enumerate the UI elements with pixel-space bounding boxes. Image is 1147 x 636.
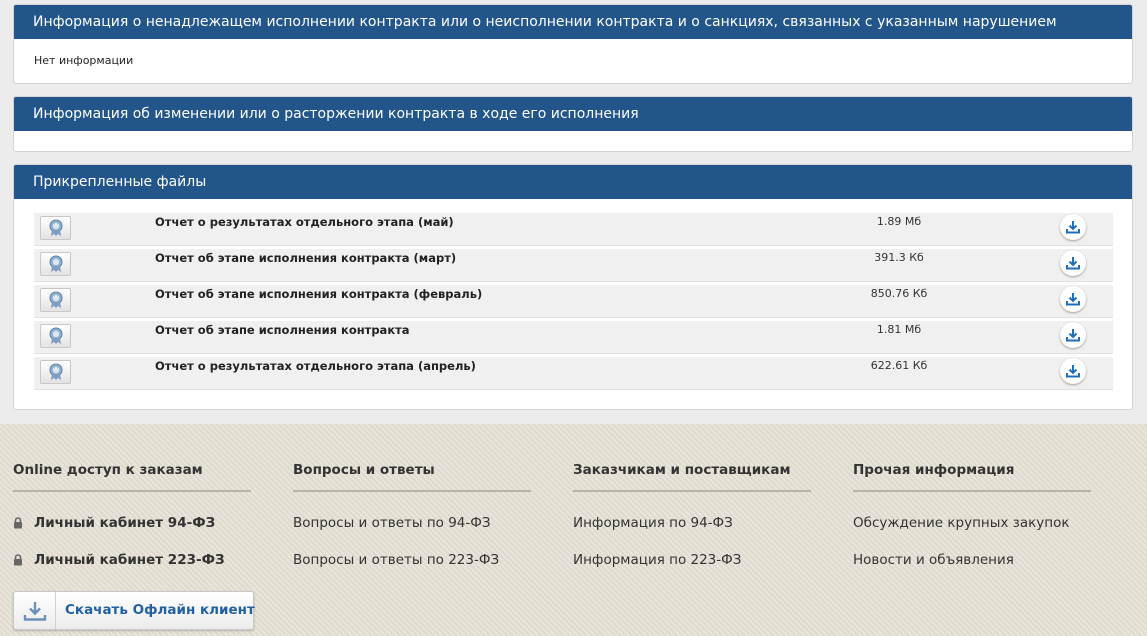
- file-size: 1.81 Мб: [876, 323, 922, 336]
- file-size: 391.3 Кб: [874, 251, 924, 264]
- footer-column-title: Заказчикам и поставщикам: [573, 462, 811, 492]
- violations-panel: Информация о ненадлежащем исполнении кон…: [13, 4, 1133, 84]
- file-row: Отчет о результатах отдельного этапа (ап…: [34, 357, 1113, 390]
- violations-panel-body: Нет информации: [34, 54, 134, 67]
- download-icon[interactable]: [1060, 286, 1086, 312]
- download-icon: [14, 592, 56, 629]
- footer-column-title: Вопросы и ответы: [293, 462, 531, 492]
- file-list: Отчет о результатах отдельного этапа (ма…: [34, 213, 1113, 393]
- file-name[interactable]: Отчет об этапе исполнения контракта (мар…: [155, 251, 456, 265]
- footer-link-info-223[interactable]: Информация по 223-ФЗ: [573, 552, 811, 570]
- download-icon[interactable]: [1060, 322, 1086, 348]
- download-offline-client-button[interactable]: Скачать Офлайн клиент: [13, 591, 255, 630]
- changes-panel: Информация об изменении или о расторжени…: [13, 96, 1133, 152]
- footer-link-label: Личный кабинет 223-ФЗ: [34, 552, 225, 568]
- lock-icon: [14, 517, 22, 529]
- footer-link-cabinet-94[interactable]: Личный кабинет 94-ФЗ: [13, 515, 251, 533]
- file-name[interactable]: Отчет об этапе исполнения контракта (фев…: [155, 287, 482, 301]
- lock-icon: [14, 554, 22, 566]
- footer-link-label: Личный кабинет 94-ФЗ: [34, 515, 216, 531]
- certificate-seal-icon[interactable]: [40, 324, 71, 348]
- file-row: Отчет об этапе исполнения контракта (фев…: [34, 285, 1113, 318]
- footer-column-other: Прочая информация Обсуждение крупных зак…: [853, 462, 1091, 570]
- certificate-seal-icon[interactable]: [40, 216, 71, 240]
- footer-link-info-94[interactable]: Информация по 94-ФЗ: [573, 515, 811, 533]
- attached-files-panel: Прикрепленные файлы Отчет о результатах …: [13, 164, 1133, 410]
- footer-column-title: Прочая информация: [853, 462, 1091, 492]
- file-row: Отчет об этапе исполнения контракта (мар…: [34, 249, 1113, 282]
- file-name[interactable]: Отчет о результатах отдельного этапа (ма…: [155, 215, 454, 229]
- footer-link-faq-94[interactable]: Вопросы и ответы по 94-ФЗ: [293, 515, 531, 533]
- footer-column-customers: Заказчикам и поставщикам Информация по 9…: [573, 462, 811, 570]
- file-size: 622.61 Кб: [870, 359, 928, 372]
- file-row: Отчет о результатах отдельного этапа (ма…: [34, 213, 1113, 246]
- download-icon[interactable]: [1060, 358, 1086, 384]
- offline-button-label: Скачать Офлайн клиент: [65, 602, 255, 618]
- certificate-seal-icon[interactable]: [40, 252, 71, 276]
- certificate-seal-icon[interactable]: [40, 360, 71, 384]
- download-icon[interactable]: [1060, 214, 1086, 240]
- violations-panel-title: Информация о ненадлежащем исполнении кон…: [14, 5, 1132, 39]
- footer-column-faq: Вопросы и ответы Вопросы и ответы по 94-…: [293, 462, 531, 570]
- file-row: Отчет об этапе исполнения контракта 1.81…: [34, 321, 1113, 354]
- download-icon[interactable]: [1060, 250, 1086, 276]
- footer-link-news[interactable]: Новости и объявления: [853, 552, 1091, 570]
- file-name[interactable]: Отчет об этапе исполнения контракта: [155, 323, 410, 337]
- footer-column-title: Online доступ к заказам: [13, 462, 251, 492]
- file-name[interactable]: Отчет о результатах отдельного этапа (ап…: [155, 359, 476, 373]
- changes-panel-title: Информация об изменении или о расторжени…: [14, 97, 1132, 131]
- attached-files-title: Прикрепленные файлы: [14, 165, 1132, 199]
- certificate-seal-icon[interactable]: [40, 288, 71, 312]
- file-size: 850.76 Кб: [870, 287, 928, 300]
- file-size: 1.89 Мб: [876, 215, 922, 228]
- site-footer: Online доступ к заказам Личный кабинет 9…: [0, 424, 1147, 636]
- footer-link-discussion[interactable]: Обсуждение крупных закупок: [853, 515, 1091, 533]
- footer-link-cabinet-223[interactable]: Личный кабинет 223-ФЗ: [13, 552, 251, 570]
- footer-link-faq-223[interactable]: Вопросы и ответы по 223-ФЗ: [293, 552, 531, 570]
- footer-column-online-access: Online доступ к заказам Личный кабинет 9…: [13, 462, 251, 570]
